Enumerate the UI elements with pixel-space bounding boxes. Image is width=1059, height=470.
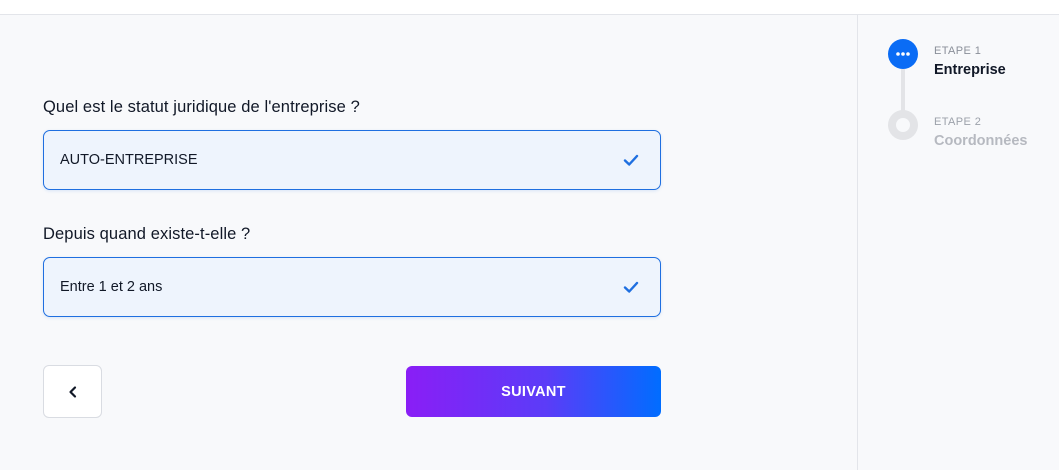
chevron-left-icon [68,385,76,398]
step-1-title: Entreprise [934,62,1006,78]
step-1-indicator [888,39,918,69]
check-icon [623,281,639,293]
legal-status-selected-option[interactable]: AUTO-ENTREPRISE [43,130,661,190]
company-age-value: Entre 1 et 2 ans [60,279,163,295]
form-panel: Quel est le statut juridique de l'entrep… [0,15,857,470]
step-2-number: ETAPE 2 [934,116,982,128]
question-legal-status: Quel est le statut juridique de l'entrep… [43,98,360,116]
check-icon [623,154,639,166]
top-bar [0,0,1059,15]
back-button[interactable] [43,365,102,418]
legal-status-value: AUTO-ENTREPRISE [60,152,198,168]
step-connector [901,69,905,111]
company-age-selected-option[interactable]: Entre 1 et 2 ans [43,257,661,317]
next-button[interactable]: SUIVANT [406,366,661,417]
step-2-indicator-inner [896,118,910,132]
step-2-indicator [888,110,918,140]
question-company-age: Depuis quand existe-t-elle ? [43,225,251,243]
step-1-number: ETAPE 1 [934,45,982,57]
steps-sidebar: ETAPE 1 Entreprise ETAPE 2 Coordonnées [857,15,1059,470]
ellipsis-icon [896,52,910,56]
step-2-title: Coordonnées [934,133,1028,149]
